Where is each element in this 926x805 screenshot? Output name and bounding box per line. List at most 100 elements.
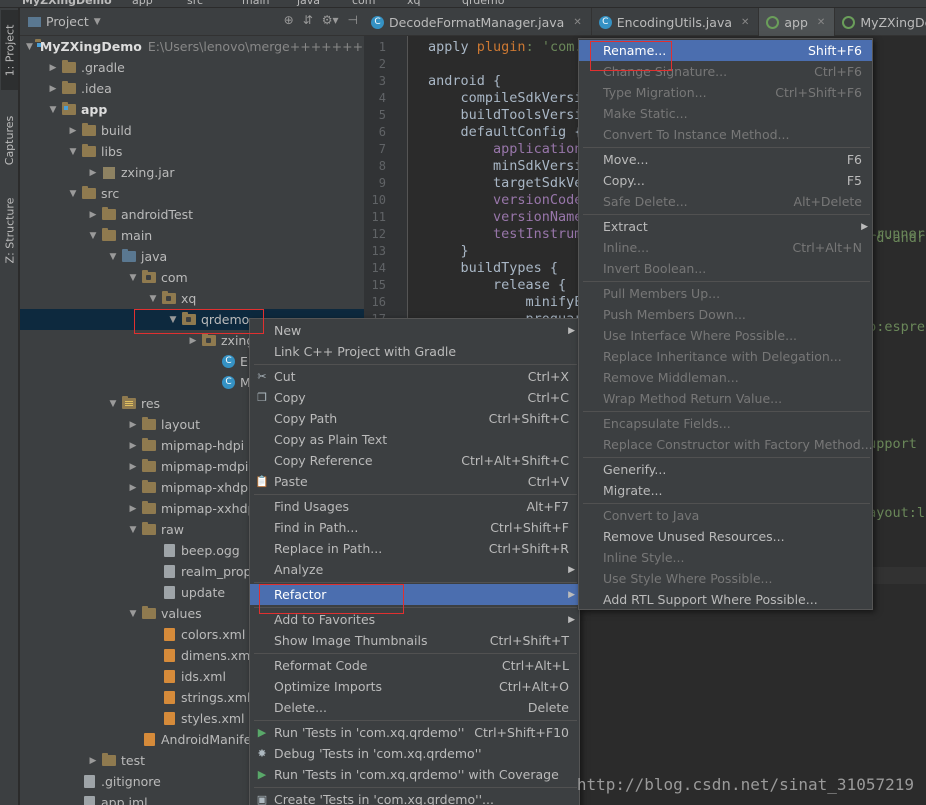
expand-arrow-icon[interactable]: ▶ <box>126 483 140 493</box>
menu-item[interactable]: Copy... F5 <box>579 170 872 191</box>
menu-item[interactable]: Replace in Path... Ctrl+Shift+R <box>250 538 579 559</box>
menu-item[interactable]: ✂ Cut Ctrl+X <box>250 366 579 387</box>
expand-arrow-icon[interactable]: ▶ <box>86 756 100 766</box>
menu-item[interactable]: ✸ Debug 'Tests in 'com.xq.qrdemo'' <box>250 743 579 764</box>
editor-tab[interactable]: C EncodingUtils.java ✕ <box>592 8 760 36</box>
gear-icon[interactable]: ⚙▾ <box>322 13 339 27</box>
hide-icon[interactable]: ⊣ <box>348 13 358 27</box>
menu-item[interactable]: Migrate... <box>579 480 872 501</box>
crumb-item[interactable]: java <box>297 0 320 7</box>
tree-node[interactable]: ▼ xq <box>20 288 364 309</box>
menu-item-label: Remove Unused Resources... <box>603 529 785 544</box>
menu-item[interactable]: ▶ Run 'Tests in 'com.xq.qrdemo'' with Cov… <box>250 764 579 785</box>
menu-item[interactable]: Delete... Delete <box>250 697 579 718</box>
menu-item: Invert Boolean... <box>579 258 872 279</box>
crumb-project[interactable]: MyZXingDemo <box>22 0 112 7</box>
tool-tab[interactable]: Z: Structure <box>1 188 18 273</box>
menu-item[interactable]: Copy Path Ctrl+Shift+C <box>250 408 579 429</box>
tree-node[interactable]: ▼ src <box>20 183 364 204</box>
menu-item[interactable]: ▶ Run 'Tests in 'com.xq.qrdemo'' Ctrl+Shif… <box>250 722 579 743</box>
expand-arrow-icon[interactable]: ▶ <box>126 504 140 514</box>
menu-item[interactable]: Copy Reference Ctrl+Alt+Shift+C <box>250 450 579 471</box>
menu-item[interactable]: 📋 Paste Ctrl+V <box>250 471 579 492</box>
menu-item[interactable]: ▣ Create 'Tests in 'com.xq.qrdemo''... <box>250 789 579 805</box>
crumb-item[interactable]: qrdemo <box>462 0 505 7</box>
expand-arrow-icon[interactable]: ▼ <box>106 399 120 409</box>
expand-arrow-icon[interactable]: ▶ <box>86 168 100 178</box>
expand-arrow-icon[interactable]: ▶ <box>86 210 100 220</box>
line-number: 1 <box>378 40 386 54</box>
menu-item[interactable]: Optimize Imports Ctrl+Alt+O <box>250 676 579 697</box>
tree-node[interactable]: ▼ java <box>20 246 364 267</box>
expand-arrow-icon[interactable]: ▼ <box>106 252 120 262</box>
menu-item-shortcut: Alt+F7 <box>526 499 569 514</box>
tree-node[interactable]: ▼ libs <box>20 141 364 162</box>
tree-node[interactable]: ▼ com <box>20 267 364 288</box>
tree-node[interactable]: ▶ androidTest <box>20 204 364 225</box>
project-view-selector[interactable]: Project ▼ <box>28 14 101 29</box>
collapse-all-icon[interactable]: ⇵ <box>303 13 313 27</box>
expand-arrow-icon[interactable]: ▼ <box>126 609 140 619</box>
crumb-item[interactable]: app <box>132 0 153 7</box>
menu-item[interactable]: Add RTL Support Where Possible... <box>579 589 872 610</box>
menu-separator <box>254 494 577 495</box>
tree-node[interactable]: ▼ app <box>20 99 364 120</box>
expand-arrow-icon[interactable]: ▶ <box>46 84 60 94</box>
menu-item[interactable]: Rename... Shift+F6 <box>579 40 872 61</box>
editor-tab[interactable]: C DecodeFormatManager.java ✕ <box>364 8 592 36</box>
expand-arrow-icon[interactable]: ▼ <box>86 231 100 241</box>
menu-item[interactable]: Add to Favorites ▶ <box>250 609 579 630</box>
source-folder-icon <box>122 249 136 262</box>
menu-item[interactable]: ❐ Copy Ctrl+C <box>250 387 579 408</box>
crumb-item[interactable]: com <box>352 0 376 7</box>
expand-arrow-icon[interactable]: ▶ <box>126 462 140 472</box>
submenu-arrow-icon: ▶ <box>568 614 575 625</box>
editor-tab[interactable]: app ✕ <box>759 8 836 36</box>
menu-item[interactable]: New ▶ <box>250 320 579 341</box>
close-icon[interactable]: ✕ <box>573 17 581 28</box>
tree-node[interactable]: ▶ build <box>20 120 364 141</box>
sync-icon[interactable]: ⊕ <box>284 13 294 27</box>
expand-arrow-icon[interactable]: ▼ <box>166 315 180 325</box>
menu-item[interactable]: Generify... <box>579 459 872 480</box>
expand-arrow-icon[interactable]: ▶ <box>46 63 60 73</box>
expand-arrow-icon[interactable]: ▶ <box>66 126 80 136</box>
expand-arrow-icon[interactable]: ▼ <box>46 105 60 115</box>
expand-arrow-icon[interactable]: ▼ <box>126 525 140 535</box>
menu-item[interactable]: Analyze ▶ <box>250 559 579 580</box>
crumb-item[interactable]: main <box>242 0 269 7</box>
tree-node[interactable]: ▼ main <box>20 225 364 246</box>
menu-item[interactable]: Extract ▶ <box>579 216 872 237</box>
expand-arrow-icon[interactable]: ▼ <box>66 147 80 157</box>
editor-tab[interactable]: MyZXingDemo <box>835 8 926 36</box>
expand-arrow-icon[interactable]: ▼ <box>66 189 80 199</box>
menu-item: Inline Style... <box>579 547 872 568</box>
menu-item[interactable]: Link C++ Project with Gradle <box>250 341 579 362</box>
menu-item[interactable]: Find in Path... Ctrl+Shift+F <box>250 517 579 538</box>
tree-node[interactable]: ▶ .gradle <box>20 57 364 78</box>
crumb-item[interactable]: src <box>187 0 203 7</box>
expand-arrow-icon[interactable]: ▼ <box>26 42 33 52</box>
menu-item[interactable]: Reformat Code Ctrl+Alt+L <box>250 655 579 676</box>
close-icon[interactable]: ✕ <box>817 17 825 28</box>
menu-item[interactable]: Find Usages Alt+F7 <box>250 496 579 517</box>
tree-node[interactable]: ▶ .idea <box>20 78 364 99</box>
crumb-item[interactable]: xq <box>407 0 421 7</box>
menu-item[interactable]: Refactor ▶ <box>250 584 579 605</box>
tree-node[interactable]: ▶ zxing.jar <box>20 162 364 183</box>
expand-arrow-icon[interactable]: ▶ <box>126 441 140 451</box>
menu-item[interactable]: Show Image Thumbnails Ctrl+Shift+T <box>250 630 579 651</box>
expand-arrow-icon[interactable]: ▶ <box>186 336 200 346</box>
tool-tab[interactable]: Captures <box>1 103 18 178</box>
menu-separator <box>583 411 870 412</box>
expand-arrow-icon[interactable]: ▼ <box>146 294 160 304</box>
class-icon: C <box>222 376 235 389</box>
menu-item[interactable]: Remove Unused Resources... <box>579 526 872 547</box>
menu-item[interactable]: Copy as Plain Text <box>250 429 579 450</box>
tree-node[interactable]: ▼ MyZXingDemo E:\Users\lenovo\merge+++++++… <box>20 36 364 57</box>
tool-tab[interactable]: 1: Project <box>1 10 18 90</box>
expand-arrow-icon[interactable]: ▼ <box>126 273 140 283</box>
menu-item[interactable]: Move... F6 <box>579 149 872 170</box>
expand-arrow-icon[interactable]: ▶ <box>126 420 140 430</box>
close-icon[interactable]: ✕ <box>741 17 749 28</box>
